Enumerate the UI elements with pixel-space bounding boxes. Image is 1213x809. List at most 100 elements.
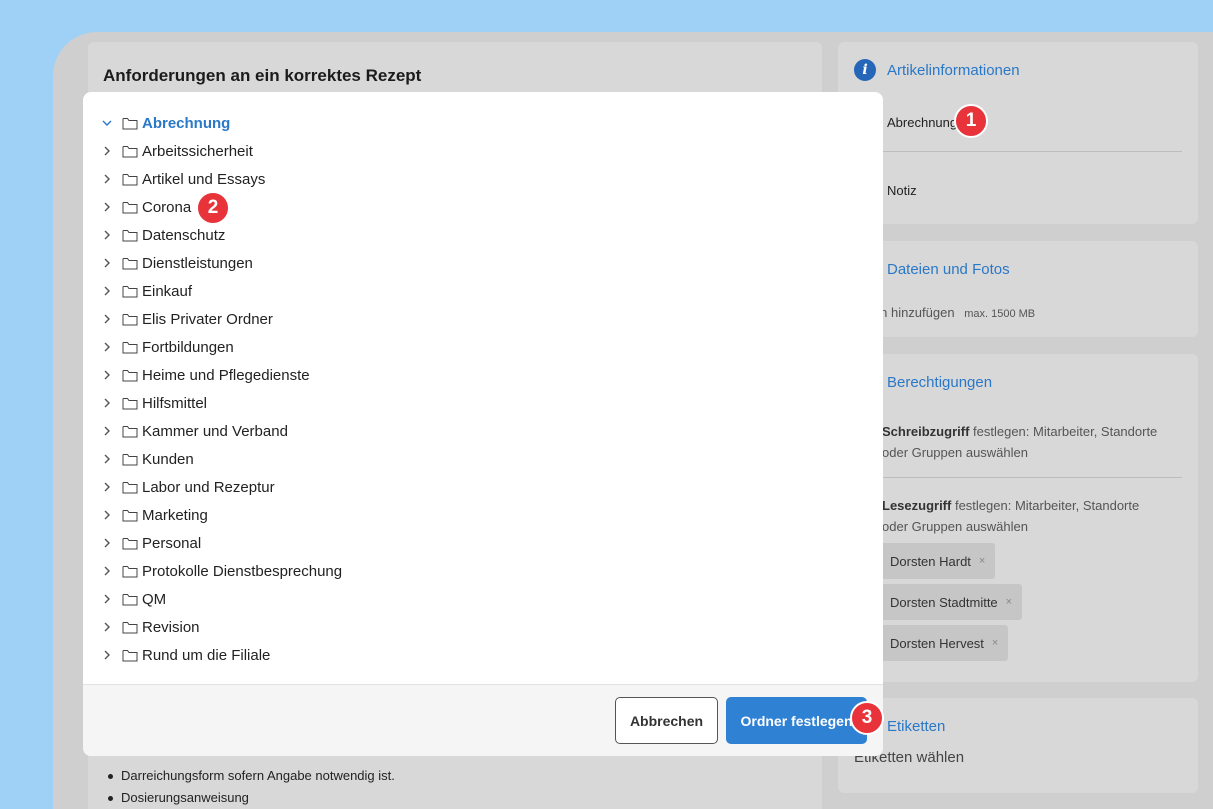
- tree-folder-row[interactable]: Fortbildungen: [83, 333, 883, 361]
- tree-folder-row[interactable]: Kunden: [83, 445, 883, 473]
- labels-heading: Etiketten: [887, 718, 946, 735]
- files-card: [838, 241, 1198, 337]
- folder-icon: [122, 481, 138, 494]
- folder-label: Kunden: [142, 450, 194, 468]
- tree-folder-row[interactable]: Elis Privater Ordner: [83, 305, 883, 333]
- folder-label: Kammer und Verband: [142, 422, 288, 440]
- tree-folder-row[interactable]: Rund um die Filiale: [83, 641, 883, 669]
- info-icon: i: [854, 59, 876, 81]
- article-bullet-list: Darreichungsform sofern Angabe notwendig…: [106, 765, 395, 809]
- read-access-field[interactable]: Lesezugriff festlegen: Mitarbeiter, Stan…: [882, 495, 1139, 537]
- chevron-right-icon[interactable]: [101, 369, 113, 381]
- folder-label: Dienstleistungen: [142, 254, 253, 272]
- chevron-right-icon[interactable]: [101, 537, 113, 549]
- tree-folder-row[interactable]: Abrechnung: [83, 109, 883, 137]
- chevron-right-icon[interactable]: [101, 453, 113, 465]
- chevron-right-icon[interactable]: [101, 341, 113, 353]
- write-access-field[interactable]: Schreibzugriff festlegen: Mitarbeiter, S…: [882, 421, 1157, 463]
- folder-icon: [122, 117, 138, 130]
- permissions-heading: Berechtigungen: [887, 374, 993, 391]
- chevron-right-icon[interactable]: [101, 201, 113, 213]
- folder-icon: [122, 565, 138, 578]
- folder-label: Corona: [142, 198, 192, 216]
- folder-label: Arbeitssicherheit: [142, 142, 253, 160]
- write-access-text: festlegen: Mitarbeiter, Standorte: [969, 424, 1158, 439]
- chevron-right-icon[interactable]: [101, 509, 113, 521]
- tree-folder-row[interactable]: Arbeitssicherheit: [83, 137, 883, 165]
- folder-value[interactable]: Abrechnung: [887, 115, 957, 130]
- tree-folder-row[interactable]: Einkauf: [83, 277, 883, 305]
- folder-icon: [122, 537, 138, 550]
- folder-icon: [122, 313, 138, 326]
- tree-folder-row[interactable]: QM: [83, 585, 883, 613]
- folder-label: Protokolle Dienstbesprechung: [142, 562, 343, 580]
- chevron-right-icon[interactable]: [101, 397, 113, 409]
- tree-folder-row[interactable]: Heime und Pflegedienste: [83, 361, 883, 389]
- chevron-right-icon[interactable]: [101, 257, 113, 269]
- divider: [854, 151, 1182, 152]
- folder-icon: [122, 341, 138, 354]
- tree-folder-row[interactable]: Artikel und Essays: [83, 165, 883, 193]
- folder-label: Abrechnung: [142, 114, 231, 132]
- read-access-text: festlegen: Mitarbeiter, Standorte: [951, 498, 1140, 513]
- folder-icon: [122, 201, 138, 214]
- read-access-label: Lesezugriff: [882, 498, 952, 513]
- folder-icon: [122, 397, 138, 410]
- permission-chip: Dorsten Hervest ×: [880, 625, 1009, 661]
- folder-label: Revision: [142, 618, 200, 636]
- max-size-hint: max. 1500 MB: [964, 308, 1036, 320]
- folder-label: Heime und Pflegedienste: [142, 366, 310, 384]
- tree-folder-row[interactable]: Hilfsmittel: [83, 389, 883, 417]
- cancel-button[interactable]: Abbrechen: [615, 697, 718, 744]
- chevron-right-icon[interactable]: [101, 285, 113, 297]
- folder-icon: [122, 649, 138, 662]
- folder-picker-dialog: Abrechnung Arbeitssicherheit Artikel und E…: [83, 92, 883, 756]
- chevron-right-icon[interactable]: [101, 229, 113, 241]
- tree-folder-row[interactable]: Personal: [83, 529, 883, 557]
- set-folder-button[interactable]: Ordner festlegen: [726, 697, 867, 744]
- dialog-footer: Abbrechen Ordner festlegen: [83, 684, 883, 756]
- chevron-right-icon[interactable]: [101, 145, 113, 157]
- chip-remove-icon[interactable]: ×: [1006, 596, 1012, 608]
- chevron-right-icon[interactable]: [101, 593, 113, 605]
- folder-label: QM: [142, 590, 167, 608]
- chevron-right-icon[interactable]: [101, 173, 113, 185]
- folder-icon: [122, 509, 138, 522]
- folder-icon: [122, 621, 138, 634]
- tree-folder-row[interactable]: Marketing: [83, 501, 883, 529]
- chevron-right-icon[interactable]: [101, 425, 113, 437]
- chevron-right-icon[interactable]: [101, 649, 113, 661]
- step-marker-1: 1: [954, 104, 988, 138]
- chevron-right-icon[interactable]: [101, 565, 113, 577]
- folder-label: Elis Privater Ordner: [142, 310, 273, 328]
- chip-remove-icon[interactable]: ×: [979, 555, 985, 567]
- chip-remove-icon[interactable]: ×: [992, 637, 998, 649]
- folder-icon: [122, 145, 138, 158]
- list-item: Dosierungsanweisung: [106, 787, 395, 809]
- tree-folder-row[interactable]: Datenschutz: [83, 221, 883, 249]
- note-field[interactable]: Notiz: [887, 183, 917, 198]
- tree-folder-row[interactable]: Kammer und Verband: [83, 417, 883, 445]
- folder-label: Personal: [142, 534, 202, 552]
- folder-icon: [122, 229, 138, 242]
- permission-chip: Dorsten Stadtmitte ×: [880, 584, 1023, 620]
- tree-folder-row[interactable]: Revision: [83, 613, 883, 641]
- chevron-right-icon[interactable]: [101, 313, 113, 325]
- tree-folder-row[interactable]: Protokolle Dienstbesprechung: [83, 557, 883, 585]
- chevron-right-icon[interactable]: [101, 481, 113, 493]
- permission-chip: Dorsten Hardt ×: [880, 543, 996, 579]
- chevron-down-icon[interactable]: [101, 117, 113, 129]
- tree-folder-row[interactable]: Dienstleistungen: [83, 249, 883, 277]
- chevron-right-icon[interactable]: [101, 621, 113, 633]
- chip-label: Dorsten Hervest: [890, 635, 984, 651]
- step-marker-2: 2: [196, 191, 230, 225]
- folder-label: Fortbildungen: [142, 338, 234, 356]
- tree-folder-row[interactable]: Labor und Rezeptur: [83, 473, 883, 501]
- labels-card: [838, 698, 1198, 793]
- folder-icon: [122, 593, 138, 606]
- list-item: Darreichungsform sofern Angabe notwendig…: [106, 765, 395, 787]
- step-marker-3: 3: [850, 701, 884, 735]
- folder-label: Labor und Rezeptur: [142, 478, 275, 496]
- add-files-link[interactable]: ien hinzufügen max. 1500 MB: [870, 305, 1035, 320]
- folder-icon: [122, 257, 138, 270]
